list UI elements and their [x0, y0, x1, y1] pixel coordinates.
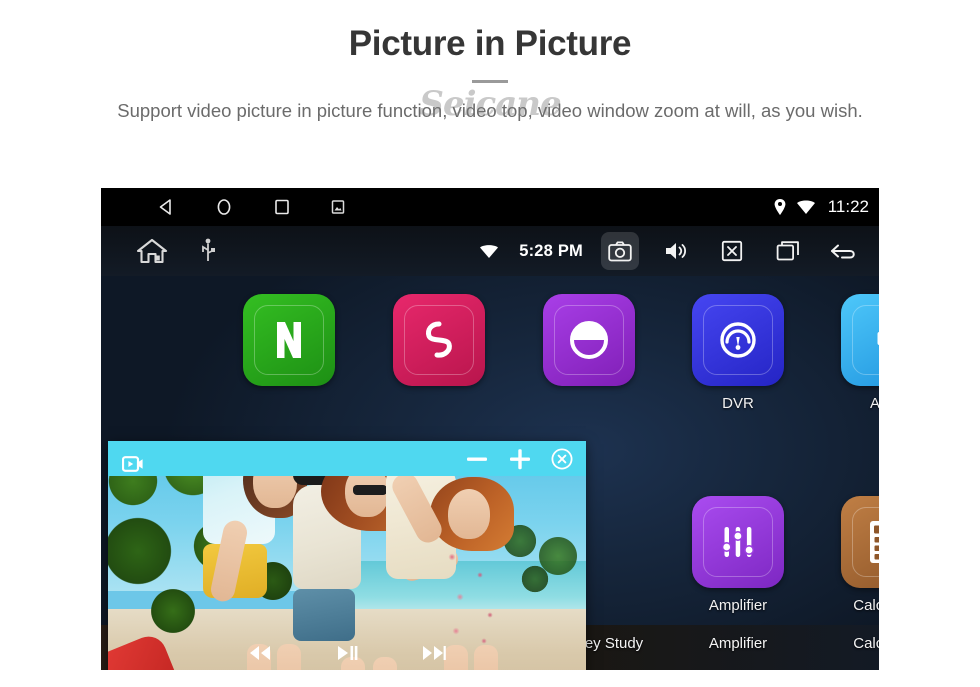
usb-icon[interactable]: [200, 238, 216, 264]
gauge-icon: [692, 294, 784, 386]
app-tile-siriusxm[interactable]: [389, 294, 489, 386]
app-label-calculator: Calculator: [853, 597, 879, 614]
launcher-toolbar: 5:28 PM: [101, 226, 879, 276]
android-status-bar: 11:22: [101, 188, 879, 226]
calculator-icon: [841, 496, 879, 588]
video-camera-icon[interactable]: [122, 454, 144, 474]
next-track-button[interactable]: [421, 643, 447, 663]
device-screen: 11:22 5:28 PM DVR A Amplifier Cal Wheelk…: [101, 188, 879, 670]
wifi-icon: [479, 244, 499, 259]
page-subtitle: Support video picture in picture functio…: [117, 100, 863, 121]
screenshot-nav-icon[interactable]: [330, 199, 346, 215]
av-plug-icon: [841, 294, 879, 386]
play-pause-button[interactable]: [335, 643, 359, 663]
close-pip-button[interactable]: [550, 447, 574, 471]
dock-label-amplifier[interactable]: Amplifier: [688, 635, 788, 652]
wheelkey-icon: [543, 294, 635, 386]
dock-label-calculator[interactable]: Calculator: [837, 635, 879, 652]
app-label-avin: AVIN: [870, 395, 879, 412]
recents-nav-icon[interactable]: [272, 197, 292, 217]
equalizer-icon: [692, 496, 784, 588]
wifi-icon: [796, 199, 816, 215]
multi-window-button[interactable]: [769, 232, 807, 270]
volume-button[interactable]: [657, 232, 695, 270]
camera-button[interactable]: [601, 232, 639, 270]
home-icon[interactable]: [136, 237, 168, 265]
app-tile-calculator[interactable]: Calculator: [837, 496, 879, 614]
netflix-icon: [243, 294, 335, 386]
toolbar-clock: 5:28 PM: [519, 241, 583, 260]
marketing-header: Picture in Picture Support video picture…: [0, 0, 980, 126]
app-tile-dvr[interactable]: DVR: [688, 294, 788, 412]
launcher-home-screen: DVR AVIN: [101, 276, 879, 670]
close-app-button[interactable]: [713, 232, 751, 270]
page-title: Picture in Picture: [348, 24, 632, 63]
app-tile-avin[interactable]: AVIN: [837, 294, 879, 412]
previous-track-button[interactable]: [247, 643, 273, 663]
home-nav-icon[interactable]: [214, 197, 234, 217]
pip-window-controls: [464, 441, 574, 476]
app-label-amplifier: Amplifier: [708, 597, 768, 614]
app-tile-wheelkey-study[interactable]: [539, 294, 639, 386]
zoom-in-button[interactable]: [507, 446, 533, 472]
toolbar-right-group: 5:28 PM: [479, 232, 863, 270]
android-nav-buttons: [156, 197, 346, 217]
location-pin-icon: [773, 198, 787, 216]
pip-playback-controls: [108, 643, 586, 663]
video-person-3: [386, 463, 526, 670]
app-tile-amplifier[interactable]: Amplifier: [688, 496, 788, 614]
status-bar-right: 11:22: [773, 197, 869, 217]
siriusxm-icon: [393, 294, 485, 386]
toolbar-left-group: [136, 237, 216, 265]
back-button[interactable]: [825, 232, 863, 270]
back-nav-icon[interactable]: [156, 197, 176, 217]
zoom-out-button[interactable]: [464, 446, 490, 472]
status-bar-clock: 11:22: [827, 197, 869, 216]
app-tile-netflix[interactable]: [239, 294, 339, 386]
title-divider: [472, 80, 508, 83]
pip-video-window[interactable]: [108, 441, 586, 670]
app-label-dvr: DVR: [722, 395, 754, 412]
pip-title-bar: [108, 441, 586, 476]
